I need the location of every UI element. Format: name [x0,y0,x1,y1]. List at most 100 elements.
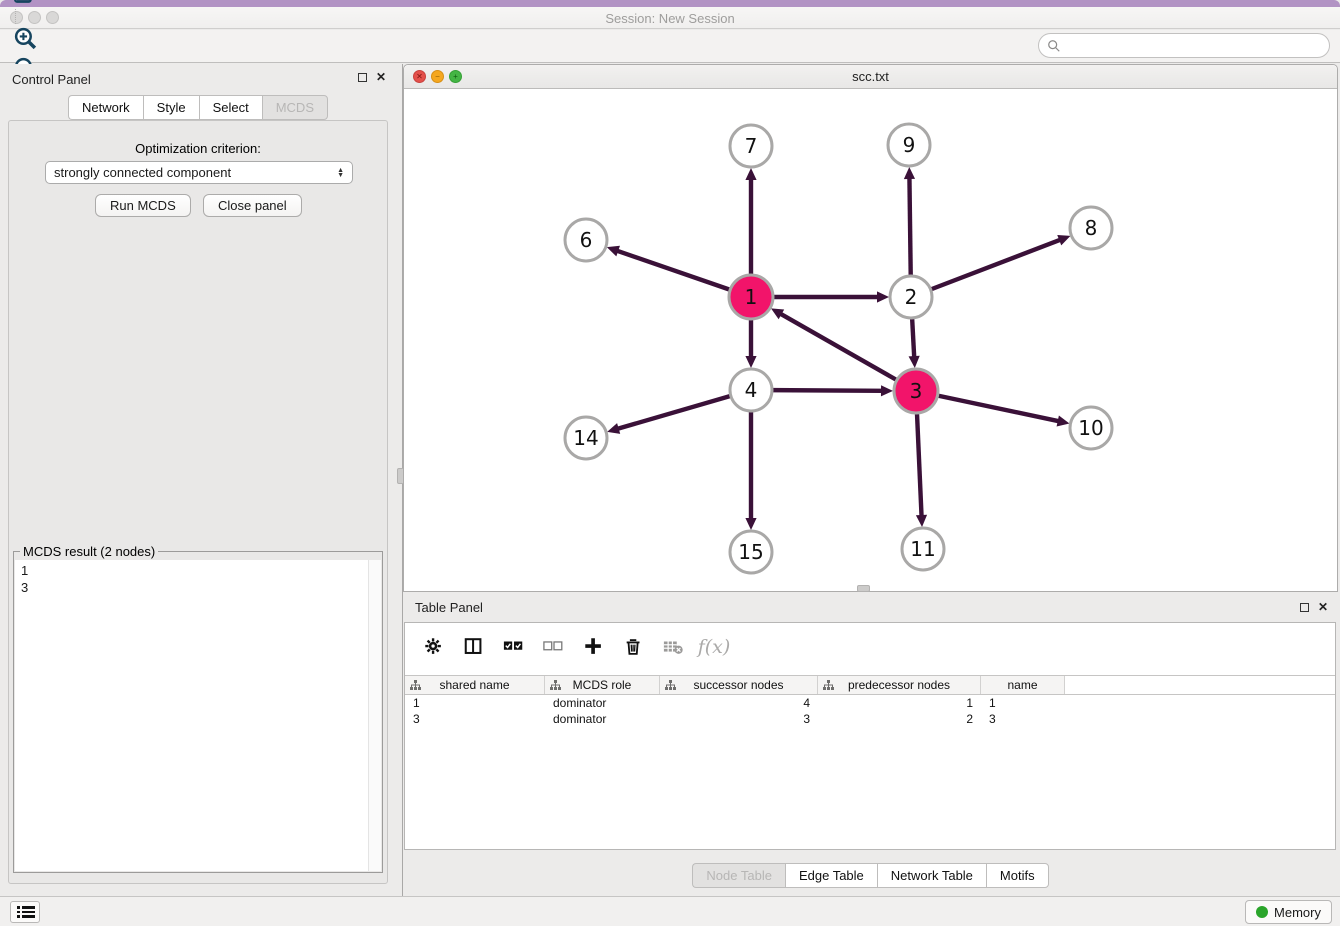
tab-network[interactable]: Network [68,95,143,120]
cell-name[interactable]: 3 [981,711,1065,727]
unselect-all-columns-button[interactable] [539,633,569,661]
edge-4-14[interactable] [607,396,730,434]
edge-2-9[interactable] [904,167,915,275]
node-1[interactable]: 1 [729,275,773,319]
column-header-shared-name[interactable]: shared name [405,676,545,694]
table-header-row: shared name MCDS role successor nodes prede… [405,675,1335,695]
run-mcds-button[interactable]: Run MCDS [95,194,191,217]
table-row[interactable]: 3dominator323 [405,711,1335,727]
column-header-predecessor-nodes[interactable]: predecessor nodes [818,676,981,694]
cell-predecessor-nodes[interactable]: 2 [818,711,981,727]
tab-select[interactable]: Select [199,95,262,120]
task-history-button[interactable] [10,901,40,923]
table-row[interactable]: 1dominator411 [405,695,1335,711]
column-label: name [1007,678,1037,692]
network-canvas[interactable]: 7 9 6 8 1 2 4 3 14 10 15 11 [404,89,1337,591]
edge-3-10[interactable] [939,396,1070,427]
edge-2-3[interactable] [909,319,920,368]
node-2[interactable]: 2 [890,276,932,318]
close-table-panel-icon[interactable]: ✕ [1318,601,1328,613]
unselect-all-columns-icon [543,636,565,658]
table-tabs: Node TableEdge TableNetwork TableMotifs [403,863,1338,888]
toggle-panel-button[interactable] [459,633,489,661]
mcds-result-text[interactable]: 13 [15,560,381,871]
column-header-MCDS-role[interactable]: MCDS role [545,676,660,694]
column-tree-icon [550,680,561,691]
mcds-tab-content: Optimization criterion: strongly connect… [8,120,388,884]
network-window: ✕ − + scc.txt 7 9 6 8 1 2 4 3 14 10 15 11 [403,64,1338,592]
node-10[interactable]: 10 [1070,407,1112,449]
mcds-result-line: 1 [21,562,381,579]
edge-2-8[interactable] [932,235,1071,289]
zoom-in-button[interactable] [8,24,42,54]
node-6[interactable]: 6 [565,219,607,261]
horizontal-splitter-grip[interactable] [857,585,870,592]
network-window-title: scc.txt [404,69,1337,84]
edge-1-6[interactable] [607,246,729,290]
table-options-button[interactable] [419,633,449,661]
toolbar-separator [15,9,16,24]
main-toolbar [0,30,1340,63]
node-3[interactable]: 3 [894,369,938,413]
table-toolbar: f(x) [419,631,729,663]
cell-shared-name[interactable]: 3 [405,711,545,727]
column-label: successor nodes [693,678,783,692]
cell-predecessor-nodes[interactable]: 1 [818,695,981,711]
cell-MCDS-role[interactable]: dominator [545,695,660,711]
node-4[interactable]: 4 [730,369,772,411]
criterion-select[interactable]: strongly connected component ▲▼ [45,161,353,184]
tab-motifs[interactable]: Motifs [986,863,1049,888]
titlebar: Session: New Session [0,7,1340,29]
cell-successor-nodes[interactable]: 4 [660,695,818,711]
column-header-successor-nodes[interactable]: successor nodes [660,676,818,694]
function-builder-button: f(x) [699,633,729,661]
edge-4-15[interactable] [745,412,756,530]
criterion-value: strongly connected component [54,165,231,180]
edge-3-11[interactable] [916,414,927,527]
tab-mcds[interactable]: MCDS [262,95,328,120]
tab-edge-table[interactable]: Edge Table [785,863,877,888]
export-image-button[interactable] [8,0,42,9]
select-all-columns-icon [503,636,525,658]
edge-3-1[interactable] [771,308,896,379]
network-window-titlebar[interactable]: ✕ − + scc.txt [404,65,1337,89]
delete-column-button[interactable] [619,633,649,661]
tab-node-table[interactable]: Node Table [692,863,785,888]
select-all-columns-button[interactable] [499,633,529,661]
edge-4-3[interactable] [773,385,893,396]
svg-text:15: 15 [738,540,763,564]
mcds-result-line: 3 [21,579,381,596]
column-header-name[interactable]: name [981,676,1065,694]
node-14[interactable]: 14 [565,417,607,459]
memory-button[interactable]: Memory [1245,900,1332,924]
delete-table-button [659,633,689,661]
window-accent-strip [0,0,1340,7]
svg-text:3: 3 [910,379,923,403]
cell-name[interactable]: 1 [981,695,1065,711]
edge-1-2[interactable] [774,291,889,302]
cell-MCDS-role[interactable]: dominator [545,711,660,727]
mcds-result-scrollbar[interactable] [368,560,381,871]
create-column-button[interactable] [579,633,609,661]
tab-network-table[interactable]: Network Table [877,863,986,888]
edge-1-4[interactable] [745,320,756,368]
node-9[interactable]: 9 [888,124,930,166]
float-panel-icon[interactable] [358,73,367,82]
node-15[interactable]: 15 [730,531,772,573]
svg-text:4: 4 [745,378,758,402]
cell-successor-nodes[interactable]: 3 [660,711,818,727]
close-panel-icon[interactable]: ✕ [376,71,386,83]
float-table-panel-icon[interactable] [1300,603,1309,612]
cell-shared-name[interactable]: 1 [405,695,545,711]
search-box[interactable] [1038,33,1330,58]
node-11[interactable]: 11 [902,528,944,570]
node-7[interactable]: 7 [730,125,772,167]
mcds-result-title: MCDS result (2 nodes) [20,544,158,559]
zoom-in-icon [13,26,38,51]
tab-style[interactable]: Style [143,95,199,120]
column-label: shared name [439,678,509,692]
node-8[interactable]: 8 [1070,207,1112,249]
edge-1-7[interactable] [745,168,756,274]
close-panel-button[interactable]: Close panel [203,194,302,217]
search-input[interactable] [1065,35,1329,56]
